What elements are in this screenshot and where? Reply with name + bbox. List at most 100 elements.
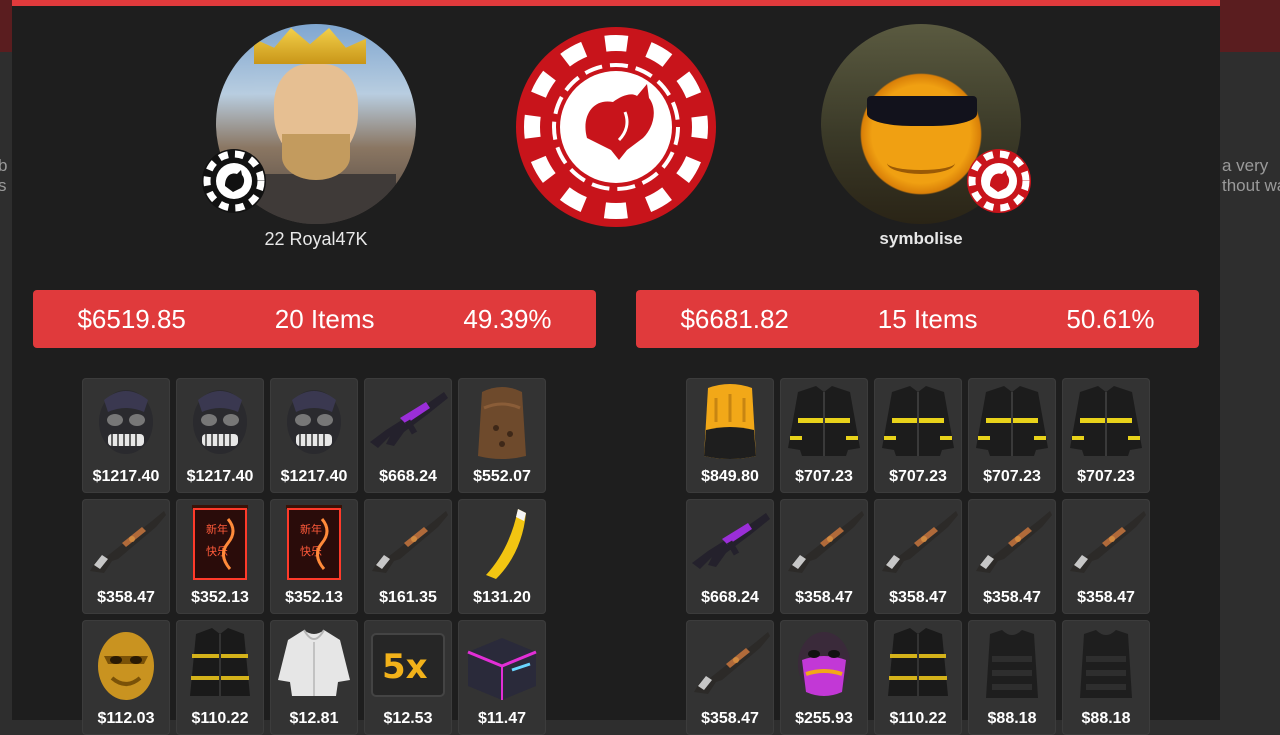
white-hoodie-icon bbox=[278, 629, 350, 696]
item-tile[interactable]: $255.93 bbox=[780, 620, 868, 735]
purple-facemask-icon bbox=[798, 632, 850, 696]
item-price: $11.47 bbox=[477, 710, 527, 727]
items-count: 15 Items bbox=[877, 303, 978, 334]
player-left: 22 Royal47K bbox=[202, 24, 421, 250]
yellow-hood-icon bbox=[704, 384, 756, 459]
assault-rifle-icon bbox=[788, 511, 864, 573]
item-tile[interactable]: $358.47 bbox=[780, 499, 868, 614]
poker-chip-heart-icon bbox=[516, 27, 716, 227]
assault-rifle-icon bbox=[90, 511, 166, 573]
total-value: $6519.85 bbox=[77, 303, 186, 334]
player-left-stats: $6519.85 20 Items 49.39% bbox=[33, 290, 596, 348]
firefighter-jacket-icon bbox=[882, 386, 954, 456]
item-price: $1217.40 bbox=[92, 468, 160, 485]
banana-weapon-icon bbox=[486, 509, 526, 579]
item-tile[interactable]: $11.47 bbox=[458, 620, 546, 735]
item-tile[interactable]: $707.23 bbox=[874, 378, 962, 493]
item-price: $849.80 bbox=[701, 468, 759, 485]
item-tile[interactable]: $110.22 bbox=[874, 620, 962, 735]
player-right: symbolise bbox=[816, 24, 1031, 250]
item-price: $352.13 bbox=[191, 589, 249, 606]
gold-mask-icon bbox=[98, 632, 154, 700]
item-price: $707.23 bbox=[795, 468, 853, 485]
neon-banner-icon: 新年快乐 bbox=[286, 505, 342, 580]
item-tile[interactable]: $12.81 bbox=[270, 620, 358, 735]
firefighter-jacket-icon bbox=[976, 386, 1048, 456]
item-price: $110.22 bbox=[889, 710, 947, 727]
item-tile[interactable]: $110.22 bbox=[176, 620, 264, 735]
item-tile[interactable]: $668.24 bbox=[686, 499, 774, 614]
item-tile[interactable]: 5x $12.53 bbox=[364, 620, 452, 735]
item-tile[interactable]: $358.47 bbox=[968, 499, 1056, 614]
item-tile[interactable]: $358.47 bbox=[686, 620, 774, 735]
mp5-purple-icon bbox=[692, 513, 770, 569]
modal-top-bar bbox=[12, 0, 1220, 6]
metal-facemask-icon bbox=[287, 390, 341, 454]
black-jacket-icon bbox=[888, 628, 948, 696]
item-tile[interactable]: $707.23 bbox=[1062, 378, 1150, 493]
item-tile[interactable]: $707.23 bbox=[780, 378, 868, 493]
item-tile[interactable]: $1217.40 bbox=[82, 378, 170, 493]
item-price: $1217.40 bbox=[186, 468, 254, 485]
item-tile[interactable]: $707.23 bbox=[968, 378, 1056, 493]
item-tile[interactable]: $161.35 bbox=[364, 499, 452, 614]
item-price: $358.47 bbox=[795, 589, 853, 606]
svg-text:5x: 5x bbox=[382, 647, 428, 687]
item-tile[interactable]: $552.07 bbox=[458, 378, 546, 493]
item-tile[interactable]: $131.20 bbox=[458, 499, 546, 614]
neon-5x-sign-icon: 5x bbox=[371, 633, 445, 697]
red-chip-badge-icon bbox=[967, 149, 1031, 213]
item-price: $88.18 bbox=[987, 710, 1037, 727]
item-price: $358.47 bbox=[701, 710, 759, 727]
item-price: $88.18 bbox=[1081, 710, 1131, 727]
black-jacket-icon bbox=[190, 628, 250, 696]
neon-banner-icon: 新年快乐 bbox=[192, 505, 248, 580]
item-tile[interactable]: $1217.40 bbox=[176, 378, 264, 493]
assault-rifle-icon bbox=[882, 511, 958, 573]
assault-rifle-icon bbox=[694, 632, 770, 694]
item-tile[interactable]: $358.47 bbox=[874, 499, 962, 614]
player-name: symbolise bbox=[879, 229, 963, 248]
avatar-smile bbox=[887, 152, 955, 174]
item-tile[interactable]: $358.47 bbox=[1062, 499, 1150, 614]
win-chance: 50.61% bbox=[1066, 303, 1155, 334]
black-vest-icon bbox=[986, 630, 1038, 698]
item-tile[interactable]: $849.80 bbox=[686, 378, 774, 493]
item-price: $552.07 bbox=[473, 468, 531, 485]
item-price: $358.47 bbox=[1077, 589, 1135, 606]
crown-icon bbox=[254, 28, 366, 64]
item-price: $110.22 bbox=[191, 710, 249, 727]
backdrop-text-right: a very thout wa bbox=[1222, 156, 1280, 195]
item-price: $352.13 bbox=[285, 589, 343, 606]
black-vest-icon bbox=[1080, 630, 1132, 698]
item-price: $12.53 bbox=[383, 710, 433, 727]
item-tile[interactable]: $1217.40 bbox=[270, 378, 358, 493]
item-tile[interactable]: 新年 快乐 $352.13 bbox=[176, 499, 264, 614]
item-tile[interactable]: $112.03 bbox=[82, 620, 170, 735]
item-price: $12.81 bbox=[289, 710, 339, 727]
item-price: $1217.40 bbox=[280, 468, 348, 485]
total-value: $6681.82 bbox=[680, 303, 789, 334]
item-price: $707.23 bbox=[889, 468, 947, 485]
item-price: $668.24 bbox=[701, 589, 759, 606]
item-tile[interactable]: $88.18 bbox=[1062, 620, 1150, 735]
item-price: $112.03 bbox=[97, 710, 155, 727]
win-chance: 49.39% bbox=[463, 303, 552, 334]
item-tile[interactable]: 新年 快乐 $352.13 bbox=[270, 499, 358, 614]
item-tile[interactable]: $358.47 bbox=[82, 499, 170, 614]
firefighter-jacket-icon bbox=[788, 386, 860, 456]
item-tile[interactable]: $668.24 bbox=[364, 378, 452, 493]
player-left-items: $1217.40 $1217.40 $1217.40 $668.24 $552.07 $3… bbox=[82, 378, 546, 735]
avatar-beard bbox=[282, 134, 350, 180]
assault-rifle-icon bbox=[1070, 511, 1146, 573]
svg-text:新年: 新年 bbox=[300, 522, 322, 536]
item-tile[interactable]: $88.18 bbox=[968, 620, 1056, 735]
coinflip-modal: 22 Royal47K symbolise $6519.85 20 Items … bbox=[12, 0, 1220, 735]
player-right-items: $849.80 $707.23 $707.23 $707.23 $707.23 $668.… bbox=[686, 378, 1150, 735]
item-price: $707.23 bbox=[1077, 468, 1135, 485]
assault-rifle-icon bbox=[976, 511, 1052, 573]
firefighter-jacket-icon bbox=[1070, 386, 1142, 456]
item-price: $358.47 bbox=[889, 589, 947, 606]
metal-facemask-icon bbox=[99, 390, 153, 454]
item-price: $707.23 bbox=[983, 468, 1041, 485]
